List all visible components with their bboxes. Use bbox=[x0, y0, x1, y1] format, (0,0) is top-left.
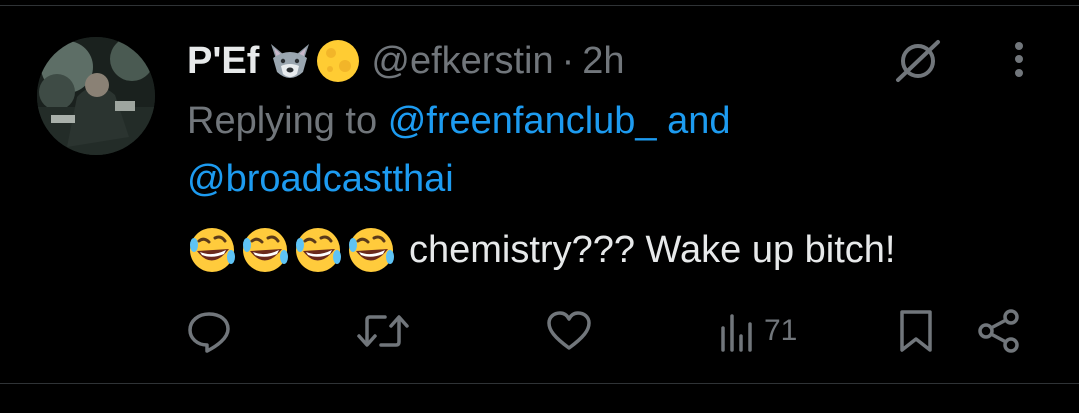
reply-and-text[interactable]: and bbox=[667, 100, 730, 142]
views-icon bbox=[721, 314, 752, 352]
replying-prefix: Replying to bbox=[187, 100, 378, 142]
share-icon bbox=[978, 309, 1019, 353]
author-handle[interactable]: @efkerstin bbox=[371, 40, 553, 83]
tweet-header: P'Ef @efkerstin · 2h bbox=[187, 36, 625, 86]
views-button[interactable]: 71 bbox=[718, 305, 797, 357]
grok-icon[interactable] bbox=[890, 38, 944, 84]
top-divider bbox=[0, 5, 1079, 6]
timestamp[interactable]: 2h bbox=[582, 40, 624, 83]
rolling-laughing-emoji-icon bbox=[188, 226, 396, 274]
action-bar: 71 bbox=[0, 305, 1079, 357]
heart-icon bbox=[547, 311, 591, 350]
views-count: 71 bbox=[764, 314, 798, 347]
replying-to-line-2: @broadcastthai bbox=[187, 155, 454, 203]
replying-to-line: Replying to @freenfanclub_ and bbox=[187, 97, 731, 145]
bookmark-button[interactable] bbox=[897, 305, 935, 357]
like-button[interactable] bbox=[546, 305, 592, 357]
retweet-button[interactable] bbox=[355, 305, 411, 357]
bookmark-icon bbox=[900, 310, 932, 352]
tweet-text: chemistry??? Wake up bitch! bbox=[187, 222, 895, 278]
more-options-icon[interactable] bbox=[1002, 38, 1036, 84]
mention-link[interactable]: @broadcastthai bbox=[187, 158, 454, 200]
avatar-photo bbox=[37, 37, 155, 155]
full-moon-emoji-icon bbox=[317, 40, 360, 82]
retweet-icon bbox=[357, 315, 409, 347]
bottom-divider bbox=[0, 383, 1079, 384]
avatar[interactable] bbox=[37, 37, 155, 155]
mention-link[interactable]: @freenfanclub_ bbox=[388, 100, 657, 142]
author-name[interactable]: P'Ef bbox=[187, 40, 259, 83]
separator-dot: · bbox=[561, 39, 575, 82]
tweet-body-text: chemistry??? Wake up bitch! bbox=[409, 228, 896, 271]
reply-button[interactable] bbox=[186, 305, 232, 357]
share-button[interactable] bbox=[976, 305, 1022, 357]
reply-icon bbox=[188, 312, 230, 353]
emoji-row bbox=[187, 225, 399, 275]
name-emojis bbox=[267, 38, 361, 84]
wolf-emoji-icon bbox=[271, 44, 310, 78]
